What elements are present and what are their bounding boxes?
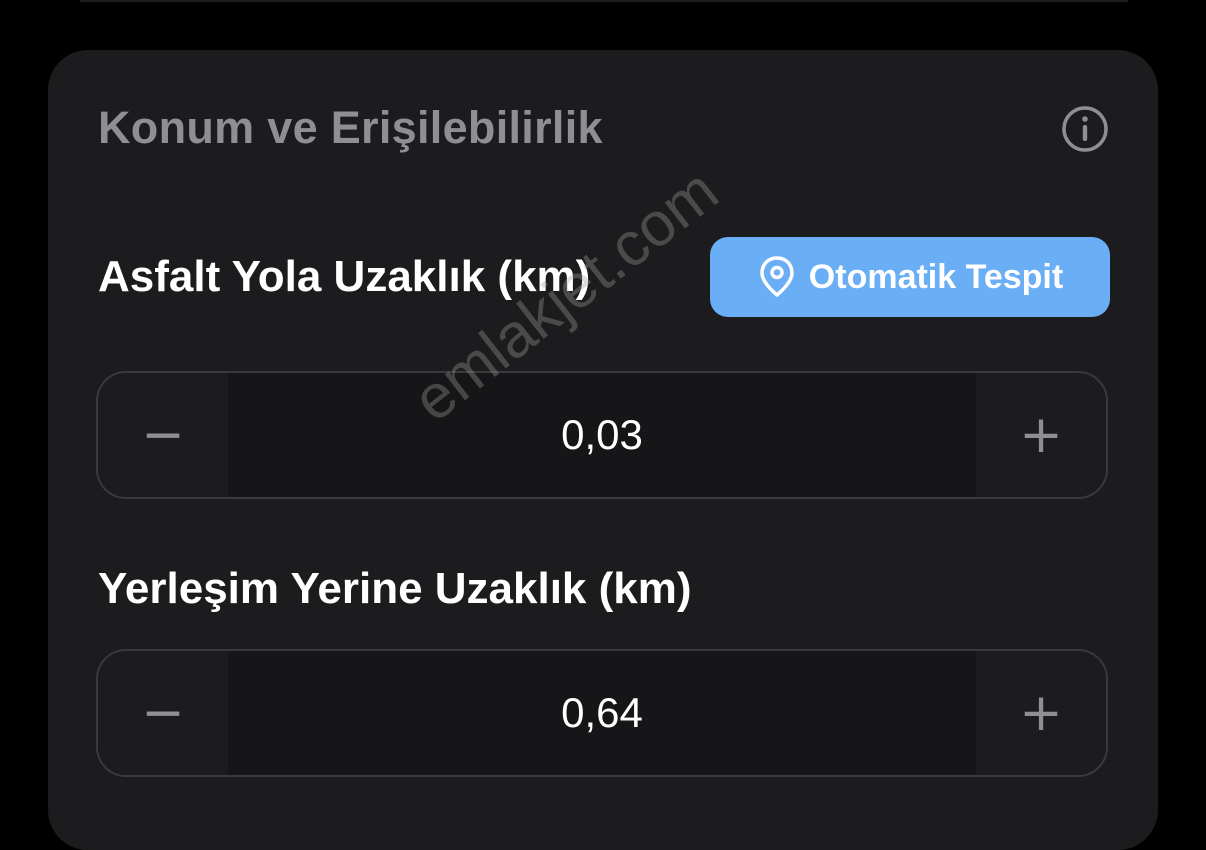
auto-detect-button[interactable]: Otomatik Tespit xyxy=(710,237,1110,317)
settlement-distance-label: Yerleşim Yerine Uzaklık (km) xyxy=(98,564,692,613)
road-distance-increment-button[interactable]: + xyxy=(976,373,1106,497)
road-distance-stepper: − + xyxy=(96,371,1108,499)
settlement-distance-stepper: − + xyxy=(96,649,1108,777)
info-circle-icon[interactable] xyxy=(1061,105,1109,153)
location-accessibility-card: Konum ve Erişilebilirlik Asfalt Yola Uza… xyxy=(48,50,1158,850)
settlement-distance-input[interactable] xyxy=(228,651,976,775)
auto-detect-label: Otomatik Tespit xyxy=(808,257,1064,296)
top-divider xyxy=(80,0,1128,2)
road-distance-input[interactable] xyxy=(228,373,976,497)
location-pin-icon xyxy=(760,256,794,297)
road-distance-decrement-button[interactable]: − xyxy=(98,373,228,497)
section-title: Konum ve Erişilebilirlik xyxy=(98,102,603,153)
road-distance-label: Asfalt Yola Uzaklık (km) xyxy=(98,252,591,301)
settlement-distance-increment-button[interactable]: + xyxy=(976,651,1106,775)
settlement-distance-decrement-button[interactable]: − xyxy=(98,651,228,775)
